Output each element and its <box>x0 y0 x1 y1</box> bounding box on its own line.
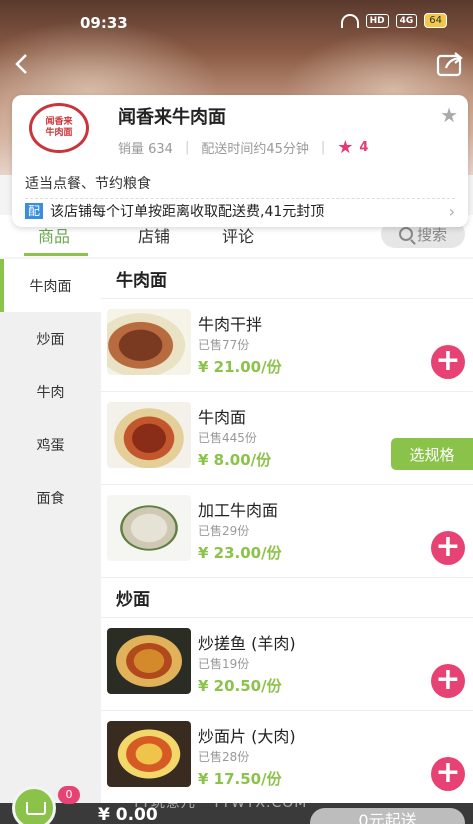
category-label: 炒面 <box>36 331 65 348</box>
cart-count-badge: 0 <box>58 786 80 804</box>
item-sold: 已售19份 <box>198 657 250 671</box>
food-image <box>107 309 191 375</box>
category-label: 面食 <box>36 490 65 507</box>
watermark-text: TT玩意儿 · TTWYX.COM <box>132 795 308 811</box>
item-name: 牛肉干拌 <box>198 315 263 334</box>
item-name: 炒面片 (大肉) <box>198 727 296 746</box>
item-price: ¥ 21.00/份 <box>198 358 282 376</box>
category-label: 牛肉 <box>36 384 65 401</box>
status-time: 09:33 <box>80 14 128 32</box>
add-to-cart-button[interactable]: + <box>431 664 465 698</box>
notice-text: 该店铺每个订单按距离收取配送费,41元封顶 <box>50 204 325 220</box>
battery-icon: 64 <box>424 13 447 28</box>
category-item-beef[interactable]: 牛肉 <box>0 365 101 418</box>
rating-star-icon: ★ <box>337 137 354 158</box>
item-price: ¥ 8.00/份 <box>198 451 272 469</box>
checkout-button[interactable]: 0元起送 <box>310 808 465 824</box>
item-sold: 已售445份 <box>198 431 257 445</box>
add-to-cart-button[interactable]: + <box>431 757 465 791</box>
item-price: ¥ 20.50/份 <box>198 677 282 695</box>
category-item-pasta[interactable]: 面食 <box>0 471 101 524</box>
wifi-icon <box>340 13 359 28</box>
item-sold: 已售77份 <box>198 338 250 352</box>
store-logo-text-1: 闻香来 <box>45 117 73 127</box>
food-image <box>107 402 191 468</box>
chevron-left-icon <box>15 54 27 74</box>
menu-item[interactable]: 加工牛肉面 已售29份 ¥ 23.00/份 + <box>101 485 473 578</box>
store-logo-text-2: 牛肉面 <box>45 128 73 138</box>
item-sold: 已售29份 <box>198 524 250 538</box>
category-label: 牛肉面 <box>29 278 72 295</box>
chevron-right-icon: › <box>448 202 455 221</box>
category-sidebar: 牛肉面 炒面 牛肉 鸡蛋 面食 <box>0 259 101 824</box>
cart-icon[interactable] <box>12 786 56 824</box>
delivery-tag: 配 <box>25 203 44 219</box>
item-price: ¥ 23.00/份 <box>198 544 282 562</box>
store-info-card: 闻香来 牛肉面 闻香来牛肉面 ★ 销量 634 | 配送时间约45分钟 | ★ … <box>12 95 468 227</box>
active-tab-indicator <box>24 253 88 256</box>
category-label: 鸡蛋 <box>36 437 65 454</box>
store-delivery-time: 配送时间约45分钟 <box>201 142 309 157</box>
category-item-egg[interactable]: 鸡蛋 <box>0 418 101 471</box>
menu-list[interactable]: 牛肉面 牛肉干拌 已售77份 ¥ 21.00/份 + 牛肉面 已售445份 ¥ … <box>101 259 473 824</box>
item-name: 加工牛肉面 <box>198 501 279 520</box>
add-to-cart-button[interactable]: + <box>431 531 465 565</box>
store-sales: 销量 634 <box>118 142 173 157</box>
hd-icon: HD <box>365 13 389 28</box>
section-title: 炒面 <box>101 578 473 618</box>
section-title: 牛肉面 <box>101 259 473 299</box>
store-name: 闻香来牛肉面 <box>118 107 226 128</box>
item-name: 炒搓鱼 (羊肉) <box>198 634 296 653</box>
store-rating: 4 <box>359 140 369 155</box>
meta-separator: | <box>320 140 326 155</box>
menu-item[interactable]: 牛肉干拌 已售77份 ¥ 21.00/份 + <box>101 299 473 392</box>
food-image <box>107 721 191 787</box>
meta-separator: | <box>184 140 190 155</box>
store-logo: 闻香来 牛肉面 <box>29 103 89 153</box>
food-image <box>107 495 191 561</box>
status-icons: HD 4G 64 <box>340 13 447 28</box>
menu-item[interactable]: 炒搓鱼 (羊肉) 已售19份 ¥ 20.50/份 + <box>101 618 473 711</box>
status-bar: 09:33 HD 4G 64 <box>0 0 473 44</box>
favorite-star-icon[interactable]: ★ <box>440 103 458 127</box>
search-icon <box>398 227 413 241</box>
item-price: ¥ 17.50/份 <box>198 770 282 788</box>
share-button[interactable] <box>435 50 465 78</box>
store-meta: 销量 634 | 配送时间约45分钟 | ★ 4 <box>118 137 368 158</box>
menu-item[interactable]: 牛肉面 已售445份 ¥ 8.00/份 选规格 <box>101 392 473 485</box>
food-image <box>107 628 191 694</box>
add-to-cart-button[interactable]: + <box>431 345 465 379</box>
signal-icon: 4G <box>395 13 418 28</box>
back-button[interactable] <box>8 50 36 78</box>
item-sold: 已售28份 <box>198 750 250 764</box>
store-description: 适当点餐、节约粮食 <box>25 176 151 192</box>
store-notice[interactable]: 配 该店铺每个订单按距离收取配送费,41元封顶 › <box>25 198 455 221</box>
cart-total: ¥ 0.00 <box>98 805 158 824</box>
item-name: 牛肉面 <box>198 408 247 427</box>
menu-item[interactable]: 炒面片 (大肉) 已售28份 ¥ 17.50/份 + <box>101 711 473 804</box>
category-item-beef-noodle[interactable]: 牛肉面 <box>0 259 101 312</box>
category-item-fried-noodle[interactable]: 炒面 <box>0 312 101 365</box>
select-spec-button[interactable]: 选规格 <box>391 438 473 470</box>
share-icon <box>436 52 463 77</box>
